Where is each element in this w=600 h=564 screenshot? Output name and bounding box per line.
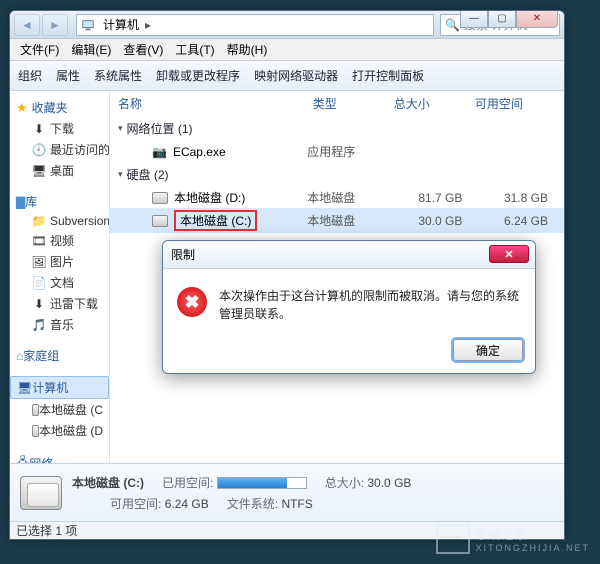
tree-libraries[interactable]: ▇库 (10, 191, 109, 212)
error-icon: ✖ (177, 287, 207, 317)
collapse-icon[interactable]: ▾ (118, 169, 123, 180)
close-button[interactable]: ✕ (516, 10, 558, 28)
tool-organize[interactable]: 组织 (18, 67, 42, 84)
dialog-message: 本次操作由于这台计算机的限制而被取消。请与您的系统管理员联系。 (219, 287, 521, 323)
watermark-logo-icon (436, 524, 470, 554)
item-disk-c[interactable]: 本地磁盘 (C:) 本地磁盘 30.0 GB 6.24 GB (110, 208, 564, 233)
tree-documents[interactable]: 📄文档 (10, 272, 109, 293)
watermark-url: XITONGZHIJIA.NET (476, 543, 590, 553)
computer-icon: 🖥 (17, 381, 32, 395)
group-hard-disk[interactable]: ▾硬盘 (2) (110, 162, 564, 187)
fs-label: 文件系统: (227, 497, 278, 511)
group-network-loc[interactable]: ▾网络位置 (1) (110, 116, 564, 141)
disk-icon (32, 404, 39, 416)
desktop-icon: 🖥 (32, 164, 46, 178)
tree-recent[interactable]: 🕘最近访问的 (10, 139, 109, 160)
library-icon: ▇ (16, 195, 25, 209)
tool-system-props[interactable]: 系统属性 (94, 67, 142, 84)
document-icon: 📄 (32, 276, 46, 290)
tree-computer[interactable]: 🖥计算机 (10, 376, 109, 399)
tree-pictures[interactable]: 🖼图片 (10, 251, 109, 272)
fs-value: NTFS (281, 497, 312, 511)
tree-network[interactable]: 🖧网络 (10, 451, 109, 463)
tree-local-d[interactable]: 本地磁盘 (D (10, 420, 109, 441)
disk-icon (152, 215, 168, 227)
dialog-close-button[interactable]: ✕ (489, 245, 529, 263)
tree-music[interactable]: 🎵音乐 (10, 314, 109, 335)
menu-edit[interactable]: 编辑(E) (65, 39, 117, 60)
breadcrumb-computer[interactable]: 计算机 (99, 16, 143, 33)
col-total[interactable]: 总大小 (394, 95, 475, 112)
tree-subversion[interactable]: 📁Subversion (10, 212, 109, 230)
folder-icon: 📁 (32, 214, 46, 228)
window-controls: — ▢ ✕ (460, 10, 558, 28)
column-headers: 名称 类型 总大小 可用空间 (110, 91, 564, 116)
download-icon: ⬇ (32, 297, 46, 311)
tree-desktop[interactable]: 🖥桌面 (10, 160, 109, 181)
collapse-icon[interactable]: ▾ (118, 123, 123, 134)
nav-tree: ★收藏夹 ⬇下载 🕘最近访问的 🖥桌面 ▇库 📁Subversion 🎞视频 🖼… (10, 91, 110, 463)
music-icon: 🎵 (32, 318, 46, 332)
chevron-right-icon[interactable]: ▸ (143, 18, 153, 32)
disk-large-icon (20, 476, 62, 510)
menu-bar: 文件(F) 编辑(E) 查看(V) 工具(T) 帮助(H) (10, 39, 564, 61)
nav-back-button[interactable]: ◄ (14, 14, 40, 36)
used-label: 已用空间: (162, 476, 213, 490)
minimize-button[interactable]: — (460, 10, 488, 28)
command-bar: 组织 属性 系统属性 卸载或更改程序 映射网络驱动器 打开控制面板 (10, 61, 564, 91)
details-pane: 本地磁盘 (C:) 已用空间: 总大小: 30.0 GB pad 可用空间: 6… (10, 463, 564, 521)
tool-properties[interactable]: 属性 (56, 67, 80, 84)
download-icon: ⬇ (32, 122, 46, 136)
tree-local-c[interactable]: 本地磁盘 (C (10, 399, 109, 420)
restriction-dialog: 限制 ✕ ✖ 本次操作由于这台计算机的限制而被取消。请与您的系统管理员联系。 确… (162, 240, 536, 374)
watermark: 系统之家 XITONGZHIJIA.NET (436, 524, 590, 554)
tree-xunlei[interactable]: ⬇迅雷下载 (10, 293, 109, 314)
free-label: 可用空间: (110, 497, 161, 511)
tree-downloads[interactable]: ⬇下载 (10, 118, 109, 139)
maximize-button[interactable]: ▢ (488, 10, 516, 28)
video-icon: 🎞 (32, 234, 46, 248)
menu-file[interactable]: 文件(F) (14, 39, 65, 60)
free-value: 6.24 GB (165, 497, 209, 511)
homegroup-icon: ⌂ (16, 349, 23, 363)
col-free[interactable]: 可用空间 (475, 95, 556, 112)
menu-tools[interactable]: 工具(T) (169, 39, 220, 60)
tree-videos[interactable]: 🎞视频 (10, 230, 109, 251)
star-icon: ★ (16, 100, 28, 116)
tree-homegroup[interactable]: ⌂家庭组 (10, 345, 109, 366)
nav-forward-button[interactable]: ► (42, 14, 68, 36)
recent-icon: 🕘 (32, 143, 46, 157)
total-label: 总大小: (325, 476, 364, 490)
exe-icon: 📷 (152, 145, 167, 159)
computer-icon (81, 18, 95, 32)
dialog-titlebar[interactable]: 限制 ✕ (163, 241, 535, 269)
dialog-title: 限制 (171, 246, 195, 263)
item-ecap[interactable]: 📷ECap.exe 应用程序 (110, 141, 564, 162)
col-name[interactable]: 名称 (118, 95, 313, 112)
item-disk-d[interactable]: 本地磁盘 (D:) 本地磁盘 81.7 GB 31.8 GB (110, 187, 564, 208)
search-icon: 🔍 (445, 18, 460, 32)
status-text: 已选择 1 项 (16, 522, 77, 539)
tool-control-panel[interactable]: 打开控制面板 (352, 67, 424, 84)
network-icon: 🖧 (16, 453, 29, 463)
details-title: 本地磁盘 (C:) (72, 474, 144, 491)
menu-help[interactable]: 帮助(H) (221, 39, 274, 60)
watermark-brand: 系统之家 (476, 528, 528, 542)
address-bar[interactable]: 计算机 ▸ (76, 14, 434, 36)
menu-view[interactable]: 查看(V) (117, 39, 169, 60)
tool-uninstall[interactable]: 卸载或更改程序 (156, 67, 240, 84)
tool-map-drive[interactable]: 映射网络驱动器 (254, 67, 338, 84)
total-value: 30.0 GB (367, 476, 411, 490)
space-bar (217, 477, 307, 489)
disk-icon (32, 425, 39, 437)
tree-favorites[interactable]: ★收藏夹 (10, 97, 109, 118)
disk-icon (152, 192, 168, 204)
col-type[interactable]: 类型 (313, 95, 394, 112)
picture-icon: 🖼 (32, 255, 46, 269)
ok-button[interactable]: 确定 (453, 339, 523, 361)
